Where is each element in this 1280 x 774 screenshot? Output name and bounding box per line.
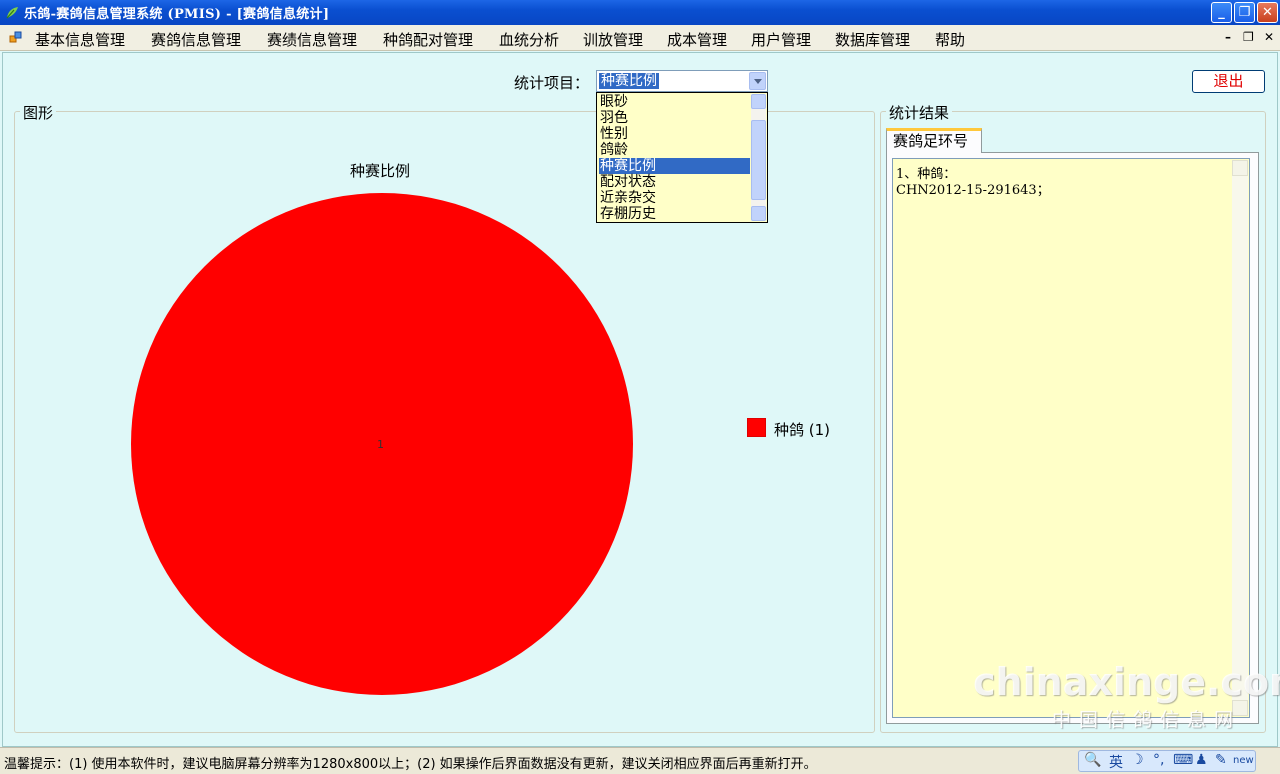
minimize-button[interactable]: _ — [1211, 2, 1232, 23]
dropdown-scrollbar[interactable] — [751, 94, 766, 221]
menu-training[interactable]: 训放管理 — [583, 29, 643, 50]
pie-slice-label: 1 — [377, 438, 384, 451]
dropdown-option-selected[interactable]: 种赛比例 — [599, 158, 750, 174]
chevron-down-icon[interactable] — [749, 72, 766, 90]
results-scrollbar[interactable] — [1232, 160, 1248, 716]
legend-swatch — [747, 418, 766, 437]
dropdown-option[interactable]: 鸽龄 — [599, 142, 750, 158]
search-icon[interactable]: 🔍 — [1084, 752, 1101, 768]
close-button[interactable]: ✕ — [1257, 2, 1278, 23]
menu-breeding-pairs[interactable]: 种鸽配对管理 — [383, 29, 473, 50]
result-line: CHN2012-15-291643； — [896, 183, 1050, 198]
mdi-minimize-button[interactable]: – — [1225, 30, 1231, 44]
moon-icon[interactable]: ☽ — [1131, 752, 1144, 768]
restore-button[interactable]: ❐ — [1234, 2, 1255, 23]
watermark-logo: chinaxinge.com — [973, 660, 1280, 704]
ime-language-toggle[interactable]: 英 — [1109, 752, 1123, 772]
dropdown-option[interactable]: 配对状态 — [599, 174, 750, 190]
results-group-title: 统计结果 — [886, 102, 953, 123]
scroll-thumb[interactable] — [751, 120, 766, 200]
dropdown-option[interactable]: 羽色 — [599, 110, 750, 126]
legend-entry: 种鸽 (1) — [774, 421, 831, 439]
app-leaf-icon — [6, 7, 18, 19]
menu-bar: 基本信息管理 赛鸽信息管理 赛绩信息管理 种鸽配对管理 血统分析 训放管理 成本… — [0, 25, 1280, 51]
menu-cost[interactable]: 成本管理 — [667, 29, 727, 50]
stat-item-label: 统计项目： — [514, 74, 590, 92]
child-window-icon[interactable] — [9, 31, 23, 44]
graph-group-title: 图形 — [20, 102, 57, 123]
results-textbox[interactable]: 1、种鸽： CHN2012-15-291643； — [892, 158, 1250, 718]
new-badge-icon[interactable]: new — [1233, 755, 1254, 766]
scroll-up-icon[interactable] — [751, 94, 766, 109]
exit-button[interactable]: 退出 — [1192, 70, 1265, 93]
menu-help[interactable]: 帮助 — [935, 29, 965, 50]
menu-basic-info[interactable]: 基本信息管理 — [35, 29, 125, 50]
watermark-subtitle: 中国信鸽信息网 — [1052, 709, 1242, 731]
menu-users[interactable]: 用户管理 — [751, 29, 811, 50]
tab-pigeon-ring-number[interactable]: 赛鸽足环号 — [886, 128, 982, 153]
mdi-close-button[interactable]: ✕ — [1264, 30, 1274, 44]
menu-pedigree[interactable]: 血统分析 — [499, 29, 559, 50]
status-bar: 温馨提示：(1) 使用本软件时，建议电脑屏幕分辨率为1280x800以上；(2)… — [0, 747, 1280, 774]
menu-pigeon-info[interactable]: 赛鸽信息管理 — [151, 29, 241, 50]
wrench-icon[interactable]: ✎ — [1215, 752, 1227, 768]
keyboard-icon[interactable]: ⌨ — [1173, 752, 1193, 768]
punctuation-icon[interactable]: °, — [1153, 752, 1164, 768]
ime-toolbar: 🔍 英 ☽ °, ⌨ ♟ ✎ new — [1078, 750, 1256, 772]
scroll-down-icon[interactable] — [751, 206, 766, 221]
title-bar: 乐鸽-赛鸽信息管理系统 (PMIS) - [赛鸽信息统计] _ ❐ ✕ — [0, 0, 1280, 25]
dropdown-option[interactable]: 眼砂 — [599, 94, 750, 110]
status-tip: 温馨提示：(1) 使用本软件时，建议电脑屏幕分辨率为1280x800以上；(2)… — [4, 757, 817, 772]
chart-title: 种赛比例 — [350, 162, 411, 180]
stat-item-dropdown-list[interactable]: 眼砂 羽色 性别 鸽龄 种赛比例 配对状态 近亲杂交 存棚历史 — [596, 92, 768, 223]
scroll-up-icon[interactable] — [1232, 160, 1248, 176]
menu-race-results[interactable]: 赛绩信息管理 — [267, 29, 357, 50]
stat-item-combobox[interactable]: 种赛比例 — [596, 70, 768, 92]
menu-database[interactable]: 数据库管理 — [835, 29, 910, 50]
user-icon[interactable]: ♟ — [1195, 752, 1208, 768]
window-title: 乐鸽-赛鸽信息管理系统 (PMIS) - [赛鸽信息统计] — [24, 7, 330, 22]
dropdown-option[interactable]: 近亲杂交 — [599, 190, 750, 206]
mdi-restore-button[interactable]: ❐ — [1243, 30, 1254, 44]
dropdown-option[interactable]: 存棚历史 — [599, 206, 750, 222]
combo-selected-text: 种赛比例 — [599, 73, 659, 89]
dropdown-option[interactable]: 性别 — [599, 126, 750, 142]
